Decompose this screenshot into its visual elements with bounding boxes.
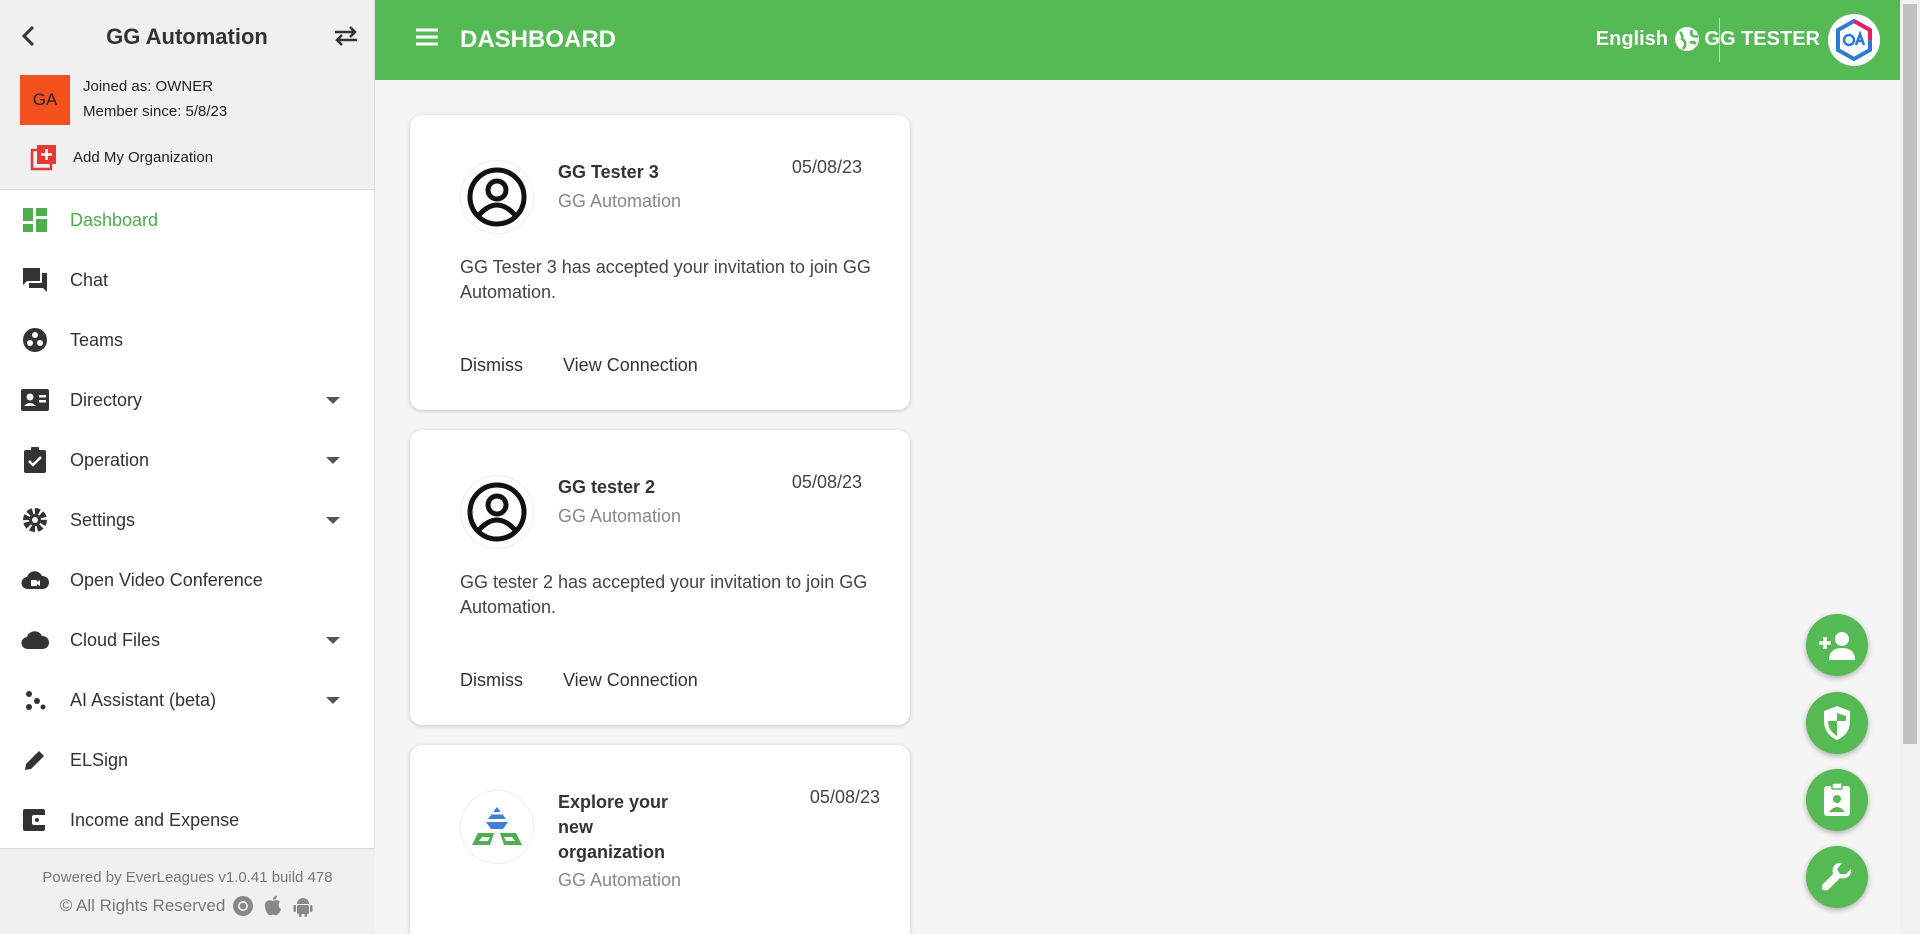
add-organization-button[interactable]: Add My Organization <box>30 143 213 171</box>
card-title: GG Tester 3 <box>558 162 659 182</box>
sidebar-item-video-conference[interactable]: Open Video Conference <box>0 550 375 610</box>
back-icon[interactable] <box>16 24 40 48</box>
user-name[interactable]: GG TESTER <box>1704 28 1820 51</box>
card-org: GG Automation <box>558 191 682 211</box>
sidebar-item-teams[interactable]: Teams <box>0 310 375 370</box>
contacts-icon <box>20 385 50 415</box>
badge-icon <box>1824 782 1850 816</box>
sidebar-item-settings[interactable]: Settings <box>0 490 375 550</box>
dismiss-button[interactable]: Dismiss <box>460 355 523 376</box>
card-org: GG Automation <box>558 870 682 890</box>
chevron-down-icon[interactable] <box>326 697 340 704</box>
sidebar-item-chat[interactable]: Chat <box>0 250 375 310</box>
user-avatar-icon <box>460 160 534 234</box>
user-avatar-icon <box>460 475 534 549</box>
sidebar-item-label: ELSign <box>70 749 129 770</box>
rights-row: © All Rights Reserved <box>0 894 375 918</box>
sidebar-header: GG Automation GA Joined as: OWNER Member… <box>0 0 374 190</box>
view-connection-button[interactable]: View Connection <box>563 355 698 376</box>
view-connection-button[interactable]: View Connection <box>563 670 698 691</box>
scrollbar-thumb[interactable] <box>1903 4 1917 744</box>
sidebar-nav: Dashboard Chat Teams Directory Operation… <box>0 190 375 850</box>
sidebar-item-label: Teams <box>70 329 124 350</box>
sidebar-footer: Powered by EverLeagues v1.0.41 build 478… <box>0 848 375 934</box>
chevron-down-icon[interactable] <box>326 457 340 464</box>
notification-card: GG tester 2 GG Automation 05/08/23 GG te… <box>410 430 910 725</box>
menu-icon[interactable] <box>414 26 442 54</box>
apple-icon[interactable] <box>261 894 285 918</box>
sidebar-item-label: AI Assistant (beta) <box>70 689 217 710</box>
notification-card: GG Tester 3 GG Automation 05/08/23 GG Te… <box>410 115 910 410</box>
card-date: 05/08/23 <box>791 472 862 492</box>
sidebar-item-label: Cloud Files <box>70 629 161 650</box>
chat-icon <box>20 265 50 295</box>
chevron-down-icon[interactable] <box>326 517 340 524</box>
clipboard-check-icon <box>20 445 50 475</box>
language-label: English <box>1595 27 1668 50</box>
gear-icon <box>20 505 50 535</box>
card-actions: Dismiss View Connection <box>460 355 698 376</box>
sidebar-item-label: Chat <box>70 269 109 290</box>
sidebar-item-label: Settings <box>70 509 136 530</box>
teams-icon <box>20 325 50 355</box>
swap-icon[interactable] <box>332 24 360 48</box>
everleagues-logo-icon <box>460 790 534 864</box>
language-selector[interactable]: English <box>1596 26 1700 52</box>
notification-card: Explore your new organization GG Automat… <box>410 745 910 934</box>
add-person-button[interactable] <box>1806 614 1868 676</box>
card-title: Explore your new organization <box>558 792 669 862</box>
sidebar-item-label: Dashboard <box>70 209 159 230</box>
card-actions: Dismiss View Connection <box>460 670 698 691</box>
android-icon[interactable] <box>291 894 315 918</box>
dashboard-icon <box>20 205 50 235</box>
page-title: DASHBOARD <box>460 26 616 53</box>
shield-icon <box>1824 706 1850 740</box>
chrome-icon[interactable] <box>231 894 255 918</box>
add-organization-label: Add My Organization <box>73 148 214 166</box>
sidebar-item-label: Operation <box>70 449 150 470</box>
card-date: 05/08/23 <box>791 157 862 177</box>
chevron-down-icon[interactable] <box>326 637 340 644</box>
sidebar-item-income-expense[interactable]: Income and Expense <box>0 790 375 850</box>
sidebar-item-operation[interactable]: Operation <box>0 430 375 490</box>
sidebar-item-ai-assistant[interactable]: AI Assistant (beta) <box>0 670 375 730</box>
member-since: Member since: 5/8/23 <box>83 103 228 120</box>
person-add-icon <box>1819 632 1855 660</box>
security-button[interactable] <box>1806 692 1868 754</box>
card-org: GG Automation <box>558 506 682 526</box>
user-avatar[interactable] <box>1828 14 1880 66</box>
sidebar: GG Automation GA Joined as: OWNER Member… <box>0 0 375 934</box>
sidebar-item-label: Income and Expense <box>70 809 240 830</box>
sidebar-item-label: Directory <box>70 389 143 410</box>
card-date: 05/08/23 <box>809 787 880 807</box>
sidebar-item-dashboard[interactable]: Dashboard <box>0 190 375 250</box>
card-message: GG Tester 3 has accepted your invitation… <box>460 257 871 302</box>
cloud-video-icon <box>20 565 50 595</box>
dots-icon <box>20 685 50 715</box>
sidebar-item-elsign[interactable]: ELSign <box>0 730 375 790</box>
top-bar: DASHBOARD English GG TESTER <box>375 0 1900 80</box>
card-title: GG tester 2 <box>558 477 656 497</box>
card-message: GG tester 2 has accepted your invitation… <box>460 572 868 617</box>
pen-icon <box>20 745 50 775</box>
tools-button[interactable] <box>1806 846 1868 908</box>
joined-as: Joined as: OWNER <box>83 78 214 95</box>
powered-by: Powered by EverLeagues v1.0.41 build 478 <box>42 869 333 886</box>
scrollbar[interactable] <box>1900 0 1920 934</box>
sidebar-item-label: Open Video Conference <box>70 569 263 590</box>
contact-card-button[interactable] <box>1806 769 1868 831</box>
org-avatar: GA <box>20 75 70 125</box>
wrench-icon <box>1822 862 1852 891</box>
chevron-down-icon[interactable] <box>326 397 340 404</box>
wallet-icon <box>20 805 50 835</box>
sidebar-item-cloud-files[interactable]: Cloud Files <box>0 610 375 670</box>
rights-reserved: © All Rights Reserved <box>59 896 226 915</box>
cloud-icon <box>20 625 50 655</box>
globe-icon <box>1675 27 1699 51</box>
sidebar-item-directory[interactable]: Directory <box>0 370 375 430</box>
add-box-icon <box>30 145 56 171</box>
dismiss-button[interactable]: Dismiss <box>460 670 523 691</box>
org-name: GG Automation <box>106 24 268 49</box>
